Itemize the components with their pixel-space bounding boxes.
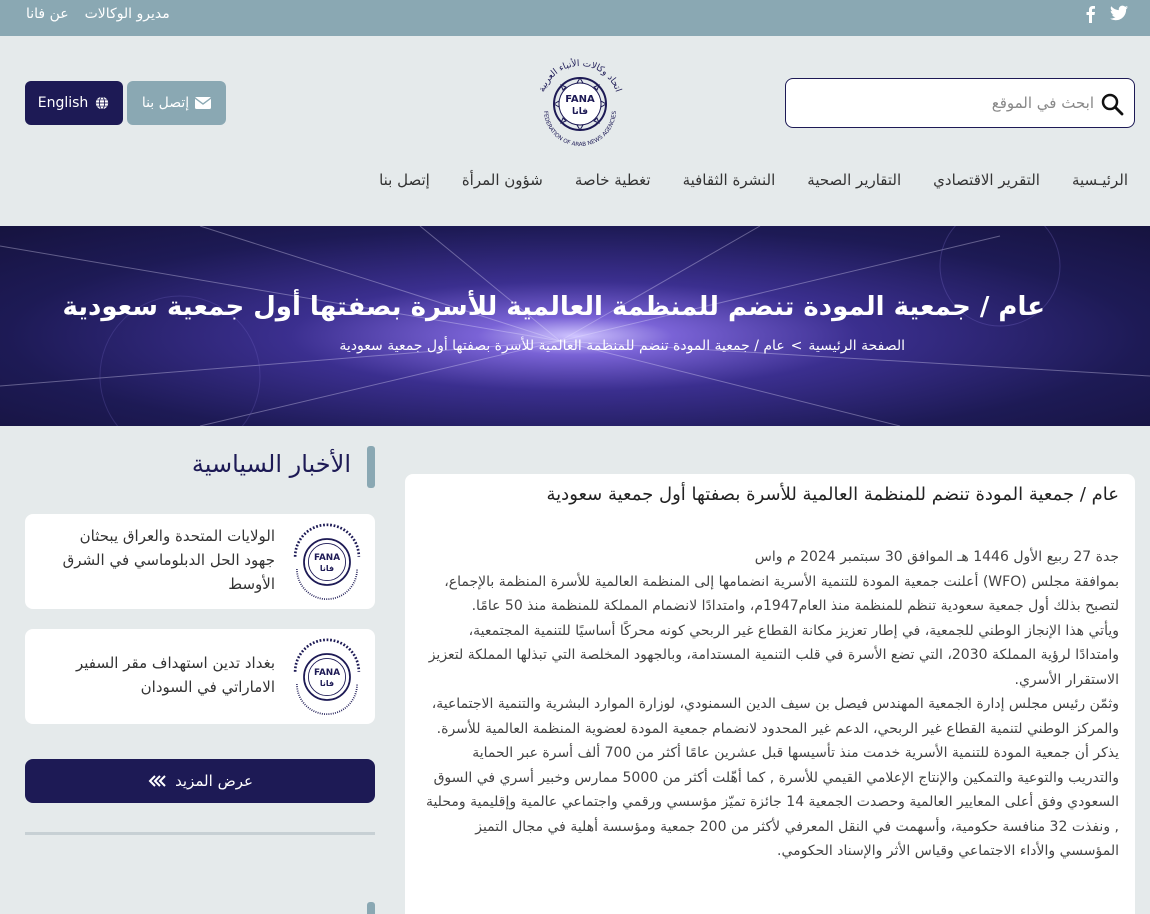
envelope-icon — [195, 97, 212, 109]
nav-item-women-affairs[interactable]: شؤون المرأة — [462, 171, 543, 189]
hero-banner: عام / جمعية المودة تنضم للمنظمة العالمية… — [0, 226, 1150, 426]
search-box[interactable] — [785, 78, 1135, 128]
svg-text:FANA: FANA — [565, 94, 595, 105]
show-more-label: عرض المزيد — [175, 772, 253, 790]
site-header: FANA فانا اتحاد وكالات الأنباء العربية F… — [0, 36, 1150, 226]
article-paragraph: ويأتي هذا الإنجاز الوطني للجمعية، في إطا… — [428, 622, 1119, 688]
article-paragraph: يذكر أن جمعية المودة للتنمية الأسرية خدم… — [425, 745, 1119, 859]
search-icon[interactable] — [1100, 92, 1124, 116]
fana-logo-thumbnail: FANA فانا — [293, 523, 361, 600]
twitter-icon[interactable] — [1110, 5, 1128, 27]
breadcrumb-current: عام / جمعية المودة تنضم للمنظمة العالمية… — [339, 338, 785, 354]
breadcrumb-separator: > — [790, 338, 803, 354]
news-card[interactable]: FANA فانا الولايات المتحدة والعراق يبحثا… — [25, 514, 375, 609]
fana-logo[interactable]: FANA فانا اتحاد وكالات الأنباء العربية F… — [528, 52, 632, 156]
nav-item-cultural-bulletin[interactable]: النشرة الثقافية — [683, 171, 776, 189]
globe-icon — [96, 96, 109, 110]
breadcrumb-home[interactable]: الصفحة الرئيسية — [808, 338, 905, 354]
top-links: عن فانا مديرو الوكالات — [26, 6, 170, 22]
article-card: عام / جمعية المودة تنضم للمنظمة العالمية… — [405, 474, 1135, 914]
nav-item-health-reports[interactable]: التقارير الصحية — [807, 171, 901, 189]
top-link-agency-directors[interactable]: مديرو الوكالات — [85, 6, 170, 22]
double-chevron-left-icon — [148, 775, 166, 787]
nav-item-contact[interactable]: إتصل بنا — [379, 171, 430, 189]
top-link-about[interactable]: عن فانا — [26, 6, 69, 22]
main-nav: الرئيـسية التقرير الاقتصادي التقارير الص… — [379, 171, 1128, 189]
svg-text:FANA: FANA — [314, 668, 340, 678]
contact-us-label: إتصل بنا — [141, 95, 190, 111]
nav-item-economic-report[interactable]: التقرير الاقتصادي — [933, 171, 1040, 189]
fana-logo-thumbnail: FANA فانا — [293, 638, 361, 715]
title-accent-bar — [367, 902, 375, 914]
search-input[interactable] — [804, 89, 1094, 117]
sidebar-title-text: الأخبار السياسية — [191, 450, 351, 478]
sidebar-section-title-2 — [25, 902, 375, 914]
show-more-button[interactable]: عرض المزيد — [25, 759, 375, 803]
news-card[interactable]: FANA فانا بغداد تدين استهداف مقر السفير … — [25, 629, 375, 724]
article-title: عام / جمعية المودة تنضم للمنظمة العالمية… — [546, 484, 1119, 505]
svg-text:فانا: فانا — [572, 107, 588, 117]
top-bar: عن فانا مديرو الوكالات — [0, 0, 1150, 36]
page-title: عام / جمعية المودة تنضم للمنظمة العالمية… — [62, 292, 1046, 322]
news-card-title[interactable]: بغداد تدين استهداف مقر السفير الاماراتي … — [45, 651, 275, 699]
title-accent-bar — [367, 446, 375, 488]
article-paragraph: بموافقة مجلس (WFO) أعلنت جمعية المودة لل… — [444, 573, 1119, 615]
language-switch-button[interactable]: English — [25, 81, 123, 125]
nav-item-home[interactable]: الرئيـسية — [1072, 171, 1128, 189]
sidebar-divider — [25, 832, 375, 835]
svg-text:فانا: فانا — [320, 679, 334, 688]
contact-us-button[interactable]: إتصل بنا — [127, 81, 226, 125]
svg-text:FANA: FANA — [314, 553, 340, 563]
facebook-icon[interactable] — [1084, 5, 1096, 27]
sidebar-section-title: الأخبار السياسية — [25, 446, 375, 488]
article-paragraph: وثمّن رئيس مجلس إدارة الجمعية المهندس في… — [431, 696, 1119, 737]
svg-text:فانا: فانا — [320, 564, 334, 573]
nav-item-special-coverage[interactable]: تغطية خاصة — [575, 171, 651, 189]
breadcrumb: الصفحة الرئيسية > عام / جمعية المودة تنض… — [339, 338, 905, 354]
social-links — [1084, 5, 1128, 27]
hero-background-rays — [0, 226, 1150, 426]
language-label: English — [37, 95, 89, 111]
article-dateline: جدة 27 ربيع الأول 1446 هـ الموافق 30 سبت… — [754, 549, 1119, 565]
news-card-title[interactable]: الولايات المتحدة والعراق يبحثان جهود الح… — [45, 524, 275, 596]
